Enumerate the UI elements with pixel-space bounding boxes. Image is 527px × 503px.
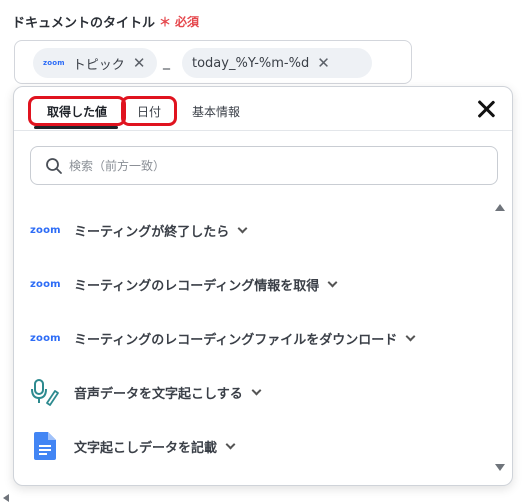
- required-text: 必須: [175, 15, 200, 29]
- label-text: ドキュメントのタイトル: [12, 16, 156, 31]
- search-icon: [46, 157, 62, 174]
- scroll-up-arrow-icon[interactable]: [495, 204, 505, 211]
- close-icon[interactable]: [474, 97, 498, 121]
- tab-basic-info-label: 基本情報: [191, 104, 240, 119]
- title-input[interactable]: zoom トピック ✕ _ today_%Y-%m-%d ✕: [14, 40, 412, 84]
- list-item-recording-info[interactable]: zoom ミーティングのレコーディング情報を取得: [30, 270, 338, 298]
- tab-retrieved-values[interactable]: 取得した値: [28, 96, 126, 126]
- required-mark: ＊: [159, 15, 172, 29]
- zoom-logo: zoom: [43, 59, 65, 67]
- search-input[interactable]: [69, 158, 449, 173]
- tab-bar: 取得した値 日付 基本情報: [14, 87, 512, 131]
- remove-date-icon[interactable]: ✕: [317, 55, 330, 71]
- chevron-down-icon[interactable]: [327, 277, 338, 287]
- search-box[interactable]: [30, 146, 498, 185]
- list-item-label: ミーティングが終了したら: [74, 224, 230, 240]
- date-chip[interactable]: today_%Y-%m-%d ✕: [182, 48, 372, 78]
- list-item-write-transcript[interactable]: 文字起こしデータを記載: [30, 432, 236, 460]
- document-title-label: ドキュメントのタイトル ＊ 必須: [12, 12, 199, 31]
- chevron-down-icon[interactable]: [225, 439, 236, 449]
- tab-date[interactable]: 日付: [121, 96, 177, 126]
- date-chip-label: today_%Y-%m-%d: [192, 55, 310, 71]
- list-item-meeting-ended[interactable]: zoom ミーティングが終了したら: [30, 216, 248, 244]
- tab-retrieved-values-label: 取得した値: [46, 104, 107, 119]
- scroll-down-arrow-icon[interactable]: [495, 464, 505, 471]
- list-item-label: 音声データを文字起こしする: [74, 386, 243, 402]
- chevron-down-icon[interactable]: [237, 223, 248, 233]
- remove-topic-icon[interactable]: ✕: [133, 55, 146, 71]
- list-item-recording-download[interactable]: zoom ミーティングのレコーディングファイルをダウンロード: [30, 324, 416, 352]
- separator-text: _: [163, 54, 170, 70]
- zoom-logo-icon: zoom: [30, 224, 61, 236]
- list-item-transcribe[interactable]: 音声データを文字起こしする: [30, 377, 262, 407]
- active-tab-indicator: [34, 126, 118, 129]
- list-item-label: ミーティングのレコーディングファイルをダウンロード: [74, 332, 398, 348]
- topic-chip[interactable]: zoom トピック ✕: [33, 48, 157, 78]
- chevron-down-icon[interactable]: [405, 331, 416, 341]
- google-docs-icon: [30, 432, 64, 460]
- tab-date-label: 日付: [136, 104, 161, 119]
- scroll-left-arrow-icon[interactable]: [3, 494, 9, 502]
- list-item-label: 文字起こしデータを記載: [74, 440, 218, 456]
- topic-chip-label: トピック: [72, 57, 125, 73]
- list-item-label: ミーティングのレコーディング情報を取得: [74, 278, 320, 294]
- microphone-pen-icon: [30, 377, 64, 407]
- tab-basic-info[interactable]: 基本情報: [184, 96, 248, 126]
- chevron-down-icon[interactable]: [251, 385, 262, 395]
- value-picker-popup: 取得した値 日付 基本情報 zoom ミーティングが終了したら zoom ミーテ…: [13, 86, 513, 486]
- zoom-logo-icon: zoom: [30, 278, 61, 290]
- zoom-logo-icon: zoom: [30, 332, 61, 344]
